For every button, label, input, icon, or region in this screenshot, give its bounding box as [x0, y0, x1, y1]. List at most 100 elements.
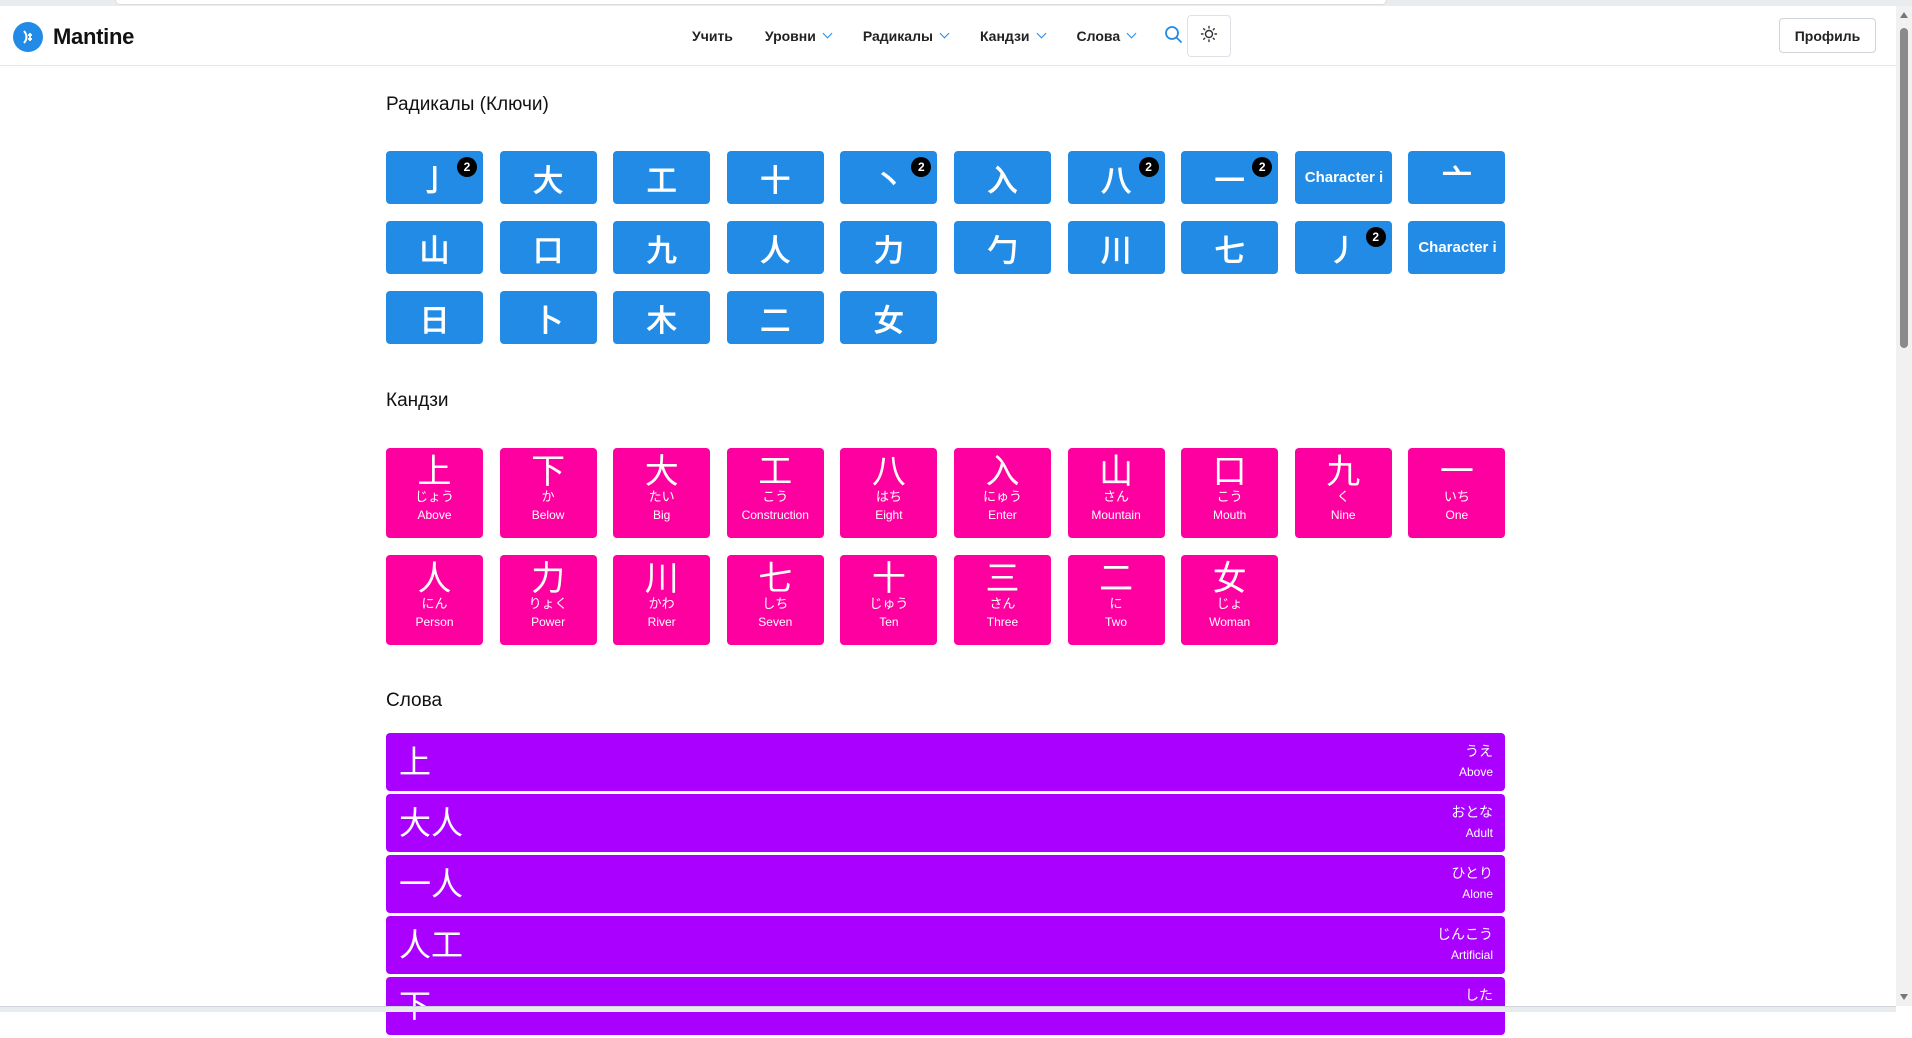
- kanji-tile[interactable]: 下か Below: [499, 448, 597, 538]
- kanji-tile[interactable]: 八はち Eight: [840, 448, 938, 538]
- theme-toggle-button[interactable]: [1187, 15, 1231, 57]
- kanji-tile[interactable]: 力りょく Power: [499, 555, 597, 645]
- radical-char: 人: [760, 233, 791, 269]
- radical-tile[interactable]: 日: [386, 291, 483, 344]
- radical-char: 川: [1101, 233, 1132, 269]
- word-row[interactable]: 大人 おとな Adult: [386, 794, 1505, 852]
- kanji-char: 十: [871, 559, 906, 599]
- scroll-down-arrow-icon[interactable]: [1900, 994, 1908, 1000]
- scroll-up-arrow-icon[interactable]: [1900, 12, 1908, 18]
- kanji-reading: く: [1336, 490, 1350, 505]
- radical-tile[interactable]: 口: [499, 221, 597, 274]
- kanji-tile[interactable]: 人にん Person: [386, 555, 483, 645]
- page-scrollbar[interactable]: [1896, 6, 1912, 1006]
- radical-tile[interactable]: 八2: [1067, 151, 1165, 204]
- radical-tile[interactable]: 亅2: [386, 151, 483, 204]
- kanji-char: 川: [644, 559, 679, 599]
- nav-item-words[interactable]: Слова: [1076, 27, 1137, 44]
- word-text: 一人: [399, 865, 464, 903]
- radical-tile[interactable]: 山: [386, 221, 483, 274]
- radical-tile[interactable]: 卜: [499, 291, 597, 344]
- radical-tile[interactable]: Character i: [1294, 151, 1392, 204]
- radical-tile[interactable]: Character i: [1408, 221, 1506, 274]
- radical-tile[interactable]: 一2: [1181, 151, 1279, 204]
- chevron-down-icon: [822, 28, 833, 39]
- kanji-tile[interactable]: 三さん Three: [953, 555, 1051, 645]
- radical-tile[interactable]: 亠: [1408, 151, 1506, 204]
- kanji-char: 女: [1212, 559, 1247, 599]
- count-badge: 2: [457, 157, 477, 177]
- word-text: 上: [399, 743, 432, 781]
- radical-tile[interactable]: 七: [1181, 221, 1279, 274]
- kanji-tile[interactable]: 口こう Mouth: [1181, 448, 1279, 538]
- profile-button[interactable]: Профиль: [1779, 18, 1876, 53]
- radical-char: 入: [987, 163, 1018, 199]
- word-row[interactable]: 人工 じんこう Artificial: [386, 916, 1505, 974]
- kanji-tile[interactable]: 山さん Mountain: [1067, 448, 1165, 538]
- kanji-tile[interactable]: 九く Nine: [1294, 448, 1392, 538]
- kanji-meaning: Two: [1105, 615, 1128, 629]
- word-row[interactable]: 上 うえ Above: [386, 733, 1505, 791]
- count-badge: 2: [911, 157, 932, 177]
- word-reading: おとな: [1451, 805, 1493, 821]
- nav-item-levels[interactable]: Уровни: [764, 27, 833, 44]
- radical-tile[interactable]: 十: [726, 151, 824, 204]
- kanji-tile[interactable]: 女じょ Woman: [1181, 555, 1279, 645]
- radical-char: 亠: [1441, 163, 1472, 199]
- nav-item-radicals[interactable]: Радикалы: [862, 27, 950, 44]
- radical-tile[interactable]: 工: [613, 151, 711, 204]
- radical-tile[interactable]: 丿2: [1294, 221, 1392, 274]
- radical-tile[interactable]: 川: [1067, 221, 1165, 274]
- radical-tile[interactable]: 大: [499, 151, 597, 204]
- kanji-reading: いち: [1443, 490, 1470, 505]
- kanji-reading: じょう: [414, 490, 454, 505]
- word-row[interactable]: 一人 ひとり Alone: [386, 855, 1505, 913]
- radical-tile[interactable]: 丶2: [840, 151, 938, 204]
- kanji-reading: さん: [989, 597, 1016, 612]
- scrollbar-thumb[interactable]: [1900, 28, 1908, 348]
- kanji-meaning: Above: [417, 508, 452, 522]
- kanji-tile[interactable]: 工こう Construction: [726, 448, 824, 538]
- logo[interactable]: Mantine: [13, 22, 134, 52]
- radical-tile[interactable]: 二: [726, 291, 824, 344]
- radical-char: 二: [760, 303, 791, 339]
- kanji-meaning: Below: [531, 508, 565, 522]
- kanji-char: 九: [1326, 452, 1361, 492]
- radical-char: 七: [1214, 233, 1245, 269]
- radical-tile[interactable]: 力: [840, 221, 938, 274]
- word-meaning: Above: [1458, 765, 1493, 779]
- kanji-tile[interactable]: 十じゅう Ten: [840, 555, 938, 645]
- kanji-reading: さん: [1103, 490, 1130, 505]
- kanji-tile[interactable]: 一いち One: [1408, 448, 1506, 538]
- radical-tile[interactable]: 九: [613, 221, 711, 274]
- kanji-tile[interactable]: 川かわ River: [613, 555, 711, 645]
- radical-tile[interactable]: 女: [840, 291, 938, 344]
- search-icon[interactable]: [1163, 24, 1185, 46]
- nav-item-kanji[interactable]: Кандзи: [980, 28, 1046, 44]
- radical-tile[interactable]: 勹: [953, 221, 1051, 274]
- kanji-tile[interactable]: 二に Two: [1067, 555, 1165, 645]
- radical-char: 木: [646, 303, 677, 339]
- radical-tile[interactable]: 人: [726, 221, 824, 274]
- kanji-meaning: Nine: [1330, 508, 1356, 522]
- kanji-tile[interactable]: 入にゅう Enter: [953, 448, 1051, 538]
- kanji-reading: じゅう: [869, 597, 909, 612]
- nav-item-learn[interactable]: Учить: [692, 28, 733, 44]
- radical-char: 一: [1214, 163, 1245, 199]
- kanji-meaning: Big: [653, 508, 671, 522]
- nav-item-label: Радикалы: [862, 27, 933, 44]
- kanji-reading: か: [541, 490, 555, 505]
- radical-tile[interactable]: 木: [613, 291, 711, 344]
- nav-item-label: Уровни: [764, 27, 816, 44]
- kanji-char: 上: [417, 452, 452, 492]
- word-reading: じんこう: [1437, 927, 1493, 943]
- nav-item-label: Слова: [1076, 27, 1121, 44]
- kanji-char: 七: [758, 559, 793, 599]
- kanji-reading: にゅう: [982, 490, 1022, 505]
- kanji-tile[interactable]: 上じょう Above: [386, 448, 483, 538]
- kanji-tile[interactable]: 大たい Big: [613, 448, 711, 538]
- kanji-tile[interactable]: 七しち Seven: [726, 555, 824, 645]
- radical-char: 工: [646, 163, 677, 199]
- radical-tile[interactable]: 入: [953, 151, 1051, 204]
- kanji-meaning: Power: [531, 615, 566, 629]
